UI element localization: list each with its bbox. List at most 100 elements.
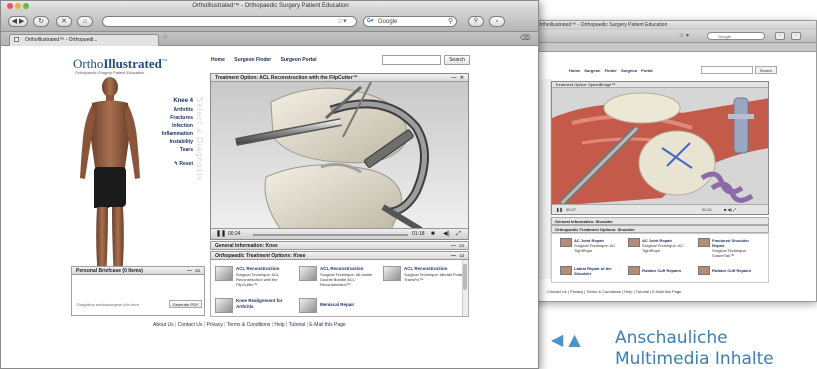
back-top-nav: Home Surgeon Finder Surgeon Portal xyxy=(569,68,653,73)
back-site-search-input[interactable] xyxy=(701,66,753,74)
back-bookmark-star-icon[interactable]: ☆ ▾ xyxy=(679,32,689,39)
nav-home[interactable]: Home xyxy=(211,57,225,63)
tab-orthoillustrated[interactable]: OrthoIllustrated™ - Orthopaedi... xyxy=(9,34,159,46)
page-content: OrthoIllustrated™ Orthopaedic Surgery Pa… xyxy=(1,47,538,368)
site-top-nav: Home Surgeon Finder Surgeon Portal xyxy=(211,57,324,63)
footer-privacy[interactable]: Privacy xyxy=(207,322,223,328)
back-options-grid: AC Joint Repair Surgical Technique: AC Ti… xyxy=(551,233,769,283)
home-icon[interactable]: ⌂ xyxy=(77,16,93,27)
back-window-title: OrthoIllustrated™ - Orthopaedic Surgery … xyxy=(529,21,816,30)
close-tab-icon[interactable]: ○ xyxy=(163,34,167,41)
general-info-label: General Information: Knee xyxy=(215,243,278,249)
treatment-options-controls-icon[interactable]: — ▭ xyxy=(451,252,465,260)
options-scrollbar[interactable] xyxy=(462,260,468,316)
footer-contact-us[interactable]: Contact Us xyxy=(178,322,203,328)
video-panel-header: Treatment Option: ACL Reconstruction wit… xyxy=(211,74,468,82)
back-option-thumbnail[interactable] xyxy=(560,238,572,247)
site-search-input[interactable] xyxy=(382,55,441,65)
expand-icon[interactable]: ⤢ xyxy=(456,230,461,239)
back-reader-button[interactable]: ▫ xyxy=(775,32,785,40)
footer-email-page[interactable]: E-Mail this Page xyxy=(309,322,345,328)
footer-help[interactable]: Help xyxy=(274,322,284,328)
back-search-engine-label: Google xyxy=(718,34,731,39)
briefcase-title: Personal Briefcase (0 Items) xyxy=(76,268,143,274)
video-controls: ❚❚ 00:24 01:18 ■ ◀) ⤢ xyxy=(211,228,468,239)
tab-bar: OrthoIllustrated™ - Orthopaedi... xyxy=(1,32,538,46)
back-option-thumbnail[interactable] xyxy=(560,266,572,275)
screenshot-stage: OrthoIllustrated™ - Orthopaedic Surgery … xyxy=(0,0,817,369)
nav-surgeon-finder[interactable]: Surgeon Finder xyxy=(234,57,271,63)
back-site-search-button[interactable]: Search xyxy=(755,66,777,74)
back-option-5[interactable]: Rotator Cuff Repairs xyxy=(642,268,688,273)
footer-about-us[interactable]: About Us xyxy=(153,322,174,328)
tab-overflow-icon[interactable]: ⌫ xyxy=(520,34,530,42)
back-option-3[interactable]: Fractured Shoulder Repair Surgical Techni… xyxy=(712,238,758,258)
window-title: OrthoIllustrated™ - Orthopaedic Surgery … xyxy=(192,3,349,9)
fullscreen-screen-icon[interactable]: ■ xyxy=(431,230,435,239)
general-info-controls-icon[interactable]: — ▭ xyxy=(451,242,465,250)
menu-item-fractures[interactable]: Fractures xyxy=(147,114,193,122)
back-nav-surgeon-portal[interactable]: Surgeon Portal xyxy=(621,68,653,73)
reload-icon[interactable]: ↻ xyxy=(33,16,49,27)
back-option-thumbnail[interactable] xyxy=(698,238,710,247)
back-time-elapsed: 00:37 xyxy=(566,207,577,212)
option-thumbnail xyxy=(299,298,317,313)
back-search-field[interactable]: Google xyxy=(707,32,765,40)
video-scrubber[interactable] xyxy=(253,234,408,236)
time-elapsed: 00:24 xyxy=(228,231,241,237)
briefcase-controls-icon[interactable]: — ▭ xyxy=(187,267,201,275)
back-forward-icon[interactable]: ◀ ▶ xyxy=(8,16,28,27)
footer-tutorial[interactable]: Tutorial xyxy=(289,322,306,328)
pause-icon[interactable]: ❚❚ xyxy=(216,230,226,239)
google-icon: G▾ xyxy=(367,18,374,24)
volume-icon[interactable]: ◀) xyxy=(443,230,450,239)
back-footer-links[interactable]: Contact Us | Privacy | Terms & Condition… xyxy=(547,289,681,294)
options-scrollbar-thumb[interactable] xyxy=(463,264,467,290)
nav-surgeon-portal[interactable]: Surgeon Portal xyxy=(281,57,317,63)
settings-menu-icon[interactable]: ▫ xyxy=(489,16,505,27)
menu-heading-knee[interactable]: Knee 4 xyxy=(147,97,193,106)
caption-arrows-icon: ◀ ▲ xyxy=(551,330,581,349)
browser-search-field[interactable]: Google xyxy=(363,16,457,27)
back-option-thumbnail[interactable] xyxy=(628,266,640,275)
site-search-button[interactable]: Search xyxy=(444,55,470,65)
menu-item-tears[interactable]: Tears xyxy=(147,146,193,154)
back-nav-home[interactable]: Home xyxy=(569,68,580,73)
option-desc: Surgical Technique: Medial Portal TransF… xyxy=(404,272,464,282)
back-option-2[interactable]: AC Joint Repair Surgical Technique: AC Ti… xyxy=(642,238,688,253)
menu-item-inflammation[interactable]: Inflammation xyxy=(147,130,193,138)
back-nav-surgeon-finder[interactable]: Surgeon Finder xyxy=(584,68,617,73)
tab-label: OrthoIllustrated™ - Orthopaedi... xyxy=(25,37,98,43)
caption-line-1: Anschauliche xyxy=(615,328,728,348)
footer-terms[interactable]: Terms & Conditions xyxy=(227,322,270,328)
caption-line-2: Multimedia Inhalte xyxy=(615,349,774,369)
back-option-4[interactable]: Labral Repair of the Shoulder xyxy=(574,266,620,276)
back-treatment-options-bar[interactable]: Orthopaedic Treatment Options: Shoulder xyxy=(551,225,769,233)
back-option-6[interactable]: Rotator Cuff Repairs xyxy=(712,268,758,273)
option-desc: Surgical Technique: ACL Reconstruction w… xyxy=(236,272,280,287)
general-info-bar[interactable]: General Information: Knee — ▭ xyxy=(210,241,469,250)
generate-pdf-button[interactable]: Generate PDF xyxy=(169,300,202,308)
menu-item-infection[interactable]: Infection xyxy=(147,122,193,130)
treatment-options-bar[interactable]: Orthopaedic Treatment Options: Knee — ▭ xyxy=(210,251,469,260)
bookmark-star-icon[interactable]: ☆▾ xyxy=(337,17,347,25)
video-frame-knee-surgery[interactable] xyxy=(211,82,468,230)
back-pause-icon[interactable]: ❚❚ xyxy=(556,205,563,214)
back-option-1[interactable]: AC Joint Repair Surgical Technique: AC Ti… xyxy=(574,238,620,253)
page-menu-icon[interactable]: ⚲ xyxy=(468,16,484,27)
stop-icon[interactable]: ✕ xyxy=(56,16,72,27)
back-video-controls: ❚❚ 00:37 02:41 ■ ◀) ⤢ xyxy=(552,204,768,214)
menu-item-instability[interactable]: Instability xyxy=(147,138,193,146)
back-general-info-bar[interactable]: General Information: Shoulder xyxy=(551,217,769,225)
reset-button[interactable]: ↰ Reset xyxy=(147,160,193,168)
back-option-thumbnail[interactable] xyxy=(698,266,710,275)
panel-window-controls-icon[interactable]: — ✕ xyxy=(451,74,465,82)
personal-briefcase-panel: Personal Briefcase (0 Items) — ▭ Drag/dr… xyxy=(71,266,205,316)
select-diagnosis-label: Select a Diagnosis xyxy=(195,97,204,182)
search-icon[interactable]: ⚲ xyxy=(448,17,453,25)
back-option-thumbnail[interactable] xyxy=(628,238,640,247)
address-bar[interactable] xyxy=(102,16,357,27)
menu-item-arthritis[interactable]: Arthritis xyxy=(147,106,193,114)
back-bookmarks-button[interactable]: ▫ xyxy=(791,32,801,40)
back-volume-icon[interactable]: ■ ◀) ⤢ xyxy=(724,205,736,214)
